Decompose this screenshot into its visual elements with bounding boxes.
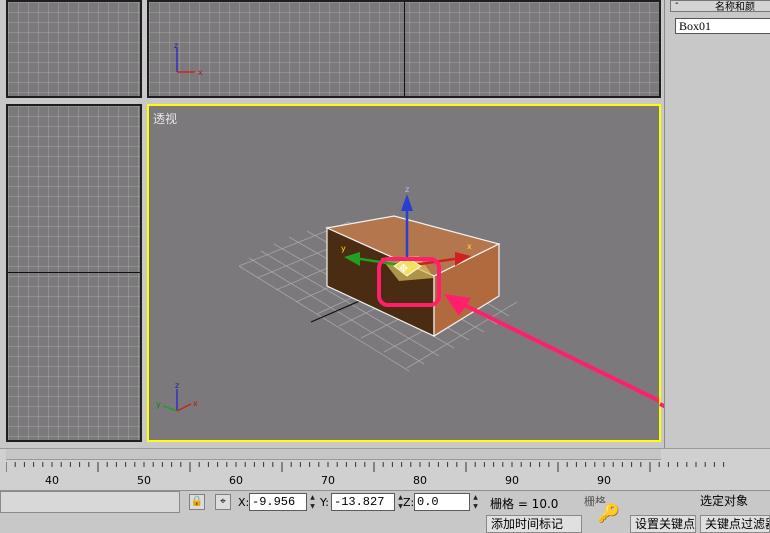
tick-label: 90 <box>505 474 519 487</box>
x-spinner-icon[interactable]: ▲ ▼ <box>308 493 317 511</box>
tripod-y-label: y <box>156 400 161 409</box>
y-label: Y: <box>320 496 329 509</box>
track-bar-labels: 40 50 60 70 80 90 90 <box>6 462 726 490</box>
tripod-z-label: z <box>175 381 179 390</box>
tick-label: 60 <box>229 474 243 487</box>
viewport-left[interactable] <box>6 104 142 442</box>
y-coordinate-input[interactable]: -13.827 <box>331 493 395 511</box>
z-label: Z: <box>403 496 415 509</box>
object-name-input[interactable]: Box01 <box>675 18 770 34</box>
time-slider[interactable] <box>6 449 661 460</box>
key-filters-button[interactable]: 关键点过滤器 <box>700 515 770 533</box>
svg-text:✥: ✥ <box>399 262 408 275</box>
add-time-tag-button[interactable]: 添加时间标记 <box>486 515 582 533</box>
x-coordinate-input[interactable]: -9.956 <box>249 493 307 511</box>
z-coordinate-input[interactable]: 0.0 <box>414 493 470 511</box>
tick-label: 90 <box>597 474 611 487</box>
viewport-center-line <box>8 272 140 273</box>
selected-object-dropdown[interactable]: 选定对象 <box>696 493 770 511</box>
key-icon[interactable]: 🔑 <box>596 503 622 529</box>
tick-label: 80 <box>413 474 427 487</box>
tick-label: 70 <box>321 474 335 487</box>
lock-icon[interactable]: 🔒 <box>189 494 205 510</box>
tick-label: 50 <box>137 474 151 487</box>
axis-tripod-icon: z x y <box>156 381 198 412</box>
absolute-mode-icon[interactable]: ⌖ <box>215 494 231 510</box>
prompt-area <box>0 491 180 513</box>
viewport-top[interactable] <box>6 0 142 98</box>
gizmo-x-label: x <box>467 242 472 251</box>
status-bar: 🔒 ⌖ X: -9.956 ▲ ▼ Y: -13.827 ▲ ▼ Z: 0.0 ▲ ▼… <box>0 490 770 533</box>
axis-z-label: z <box>174 41 178 50</box>
name-color-rollout[interactable]: - 名称和颜 <box>670 0 770 13</box>
viewport-front[interactable]: z x <box>147 0 661 98</box>
x-label: X: <box>238 496 250 509</box>
gizmo-y-label: y <box>341 244 346 253</box>
gizmo-z-label: z <box>405 185 409 194</box>
viewport-center-line <box>404 2 405 96</box>
viewport-perspective[interactable]: 透视 z x y ✥ z x y <box>147 104 661 442</box>
axis-tripod-icon: z x <box>174 41 203 77</box>
set-key-button[interactable]: 设置关键点 <box>630 515 696 533</box>
scene-canvas: z x y ✥ z x y <box>156 185 659 412</box>
z-spinner-icon[interactable]: ▲ ▼ <box>471 493 480 511</box>
time-slider-area: 40 50 60 70 80 90 90 <box>0 448 770 490</box>
box01-mesh <box>324 215 501 338</box>
grid-spacing-text: 栅格 = 10.0 <box>490 497 559 511</box>
axis-x-label: x <box>198 68 203 77</box>
tripod-x-label: x <box>193 399 198 408</box>
command-panel: - 名称和颜 Box01 <box>664 0 770 460</box>
rollout-collapse-icon[interactable]: - <box>675 0 679 9</box>
rollout-title: 名称和颜 <box>715 2 755 13</box>
tick-label: 40 <box>45 474 59 487</box>
